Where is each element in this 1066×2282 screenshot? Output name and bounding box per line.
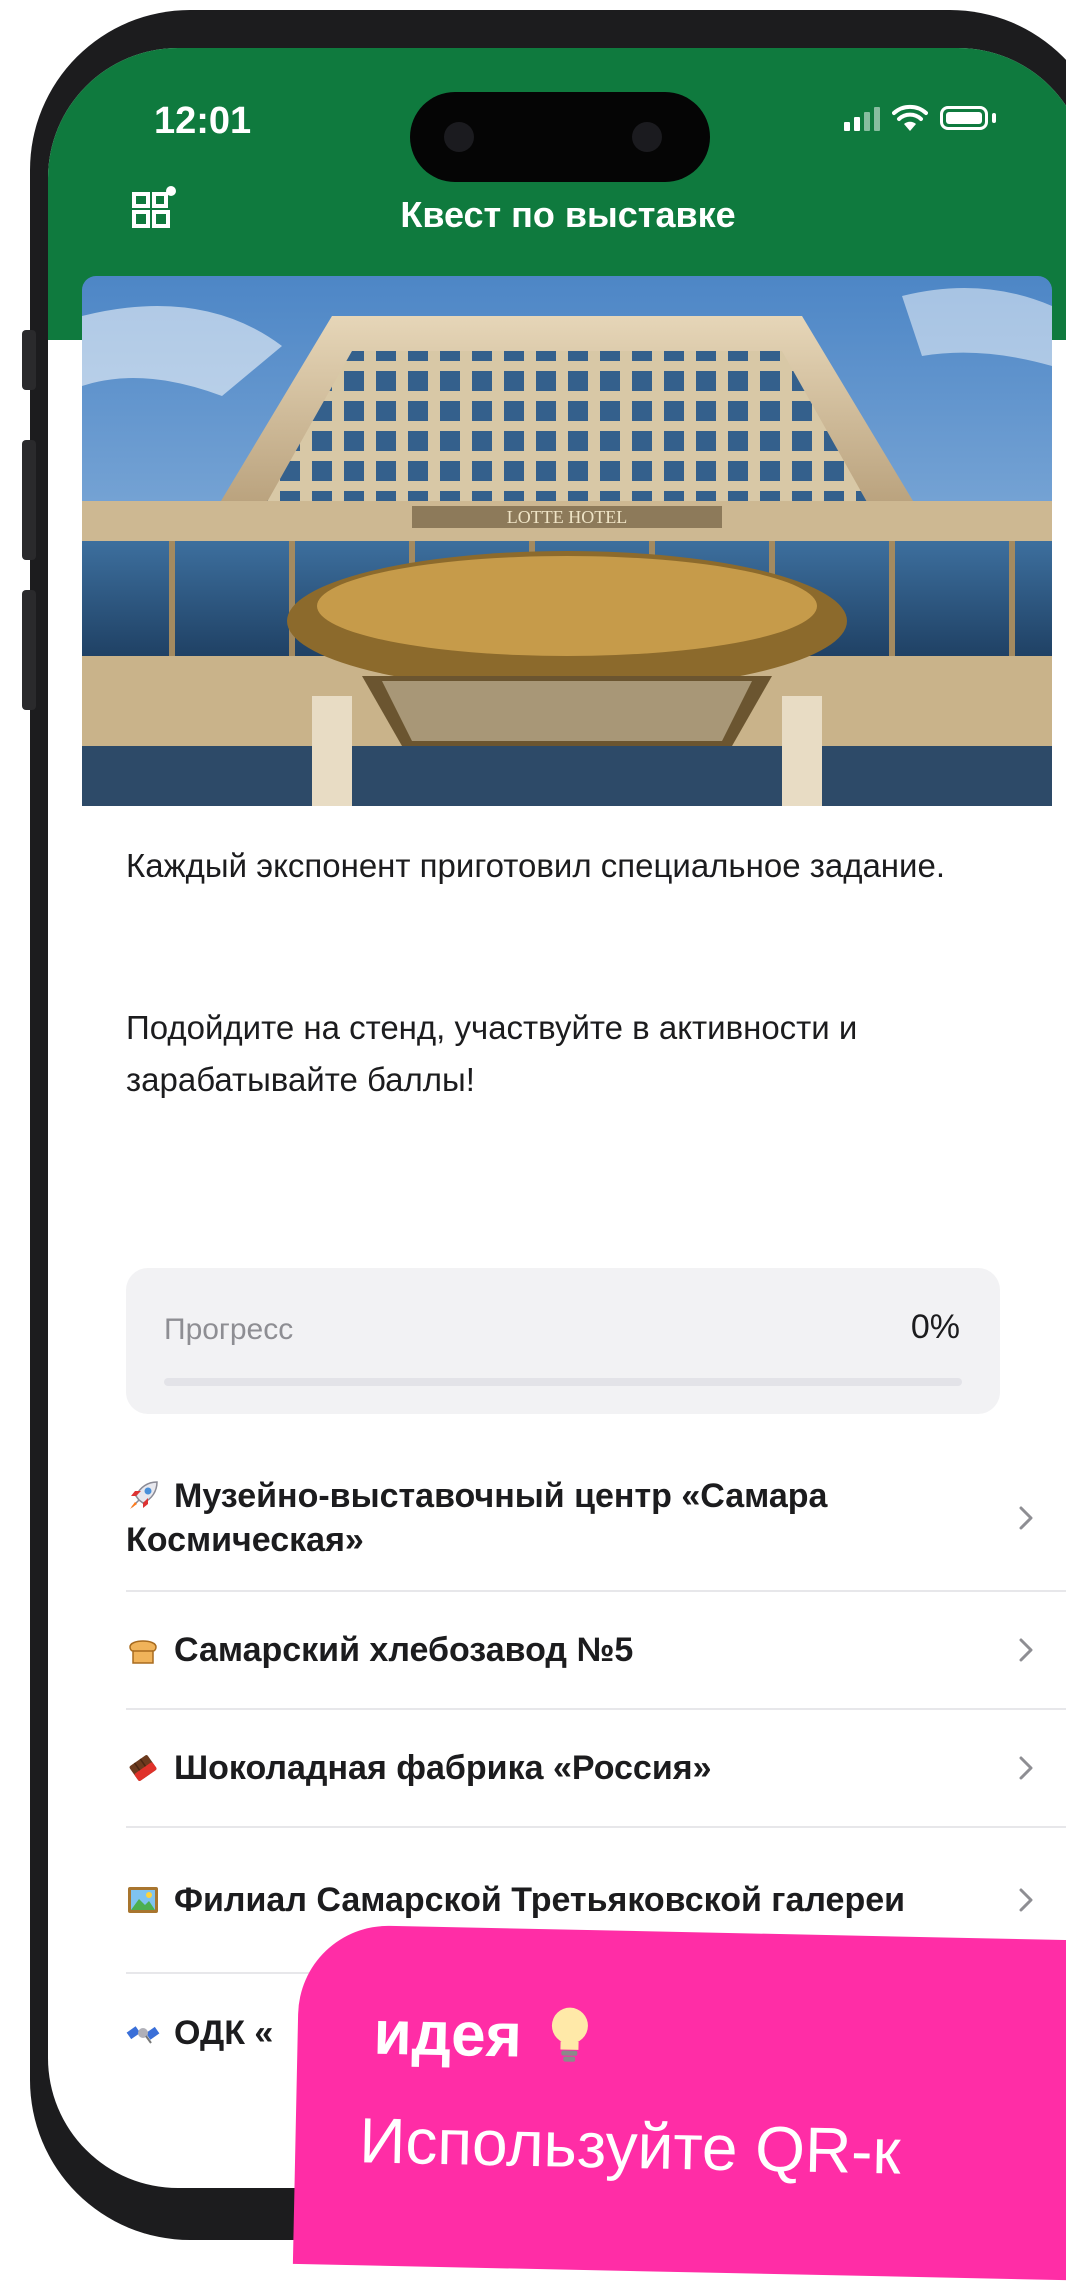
progress-bar	[164, 1378, 962, 1386]
app-screen: 12:01 Квест по выставке LOTTE HOTEL Кажд…	[48, 48, 1066, 2188]
progress-card: Прогресс 0%	[126, 1268, 1000, 1414]
progress-value: 0%	[910, 1308, 960, 1346]
battery-tip	[992, 113, 996, 123]
idea-title: идея	[373, 1998, 594, 2074]
phone-action-button	[22, 330, 36, 390]
battery-icon	[940, 106, 988, 130]
dynamic-island	[410, 92, 710, 182]
hero-image-hotel: LOTTE HOTEL	[82, 276, 1052, 806]
light-bulb-icon	[552, 2007, 589, 2062]
page-title: Квест по выставке	[400, 194, 736, 235]
rocket-icon	[130, 1481, 158, 1509]
signal-icon	[844, 105, 880, 131]
description-paragraph-1: Каждый экспонент приготовил специальное …	[126, 847, 945, 884]
chevron-right-icon	[1019, 1506, 1033, 1530]
list-item-label: Шоколадная фабрика «Россия»	[174, 1749, 712, 1787]
description-paragraph-2: Подойдите на стенд, участвуйте в активно…	[126, 1009, 858, 1098]
framed-picture-icon	[128, 1887, 158, 1913]
chevron-right-icon	[1019, 1638, 1033, 1662]
idea-text: Используйте QR-к	[358, 2104, 902, 2188]
bread-icon	[129, 1640, 157, 1664]
phone-volume-down-button	[22, 590, 36, 710]
list-item[interactable]: Музейно-выставочный центр «Самара Космич…	[126, 1446, 1066, 1592]
list-item-label: ОДК «	[174, 2014, 274, 2052]
idea-banner: идея Используйте QR-к	[292, 1924, 1066, 2282]
list-item[interactable]: Самарский хлебозавод №5	[126, 1592, 1066, 1710]
hotel-sign: LOTTE HOTEL	[507, 507, 627, 527]
chocolate-icon	[129, 1755, 157, 1781]
status-icons	[844, 104, 996, 132]
list-item[interactable]: Шоколадная фабрика «Россия»	[126, 1710, 1066, 1828]
phone-volume-up-button	[22, 440, 36, 560]
satellite-icon	[126, 2026, 160, 2044]
list-item-label: Самарский хлебозавод №5	[174, 1631, 634, 1669]
chevron-right-icon	[1019, 1888, 1033, 1912]
status-time: 12:01	[154, 100, 252, 142]
list-item-label: Музейно-выставочный центр «Самара Космич…	[126, 1477, 828, 1559]
list-item-label: Филиал Самарской Третьяковской галереи	[174, 1881, 906, 1919]
chevron-right-icon	[1019, 1756, 1033, 1780]
progress-label: Прогресс	[164, 1313, 294, 1346]
wifi-icon	[892, 104, 928, 131]
